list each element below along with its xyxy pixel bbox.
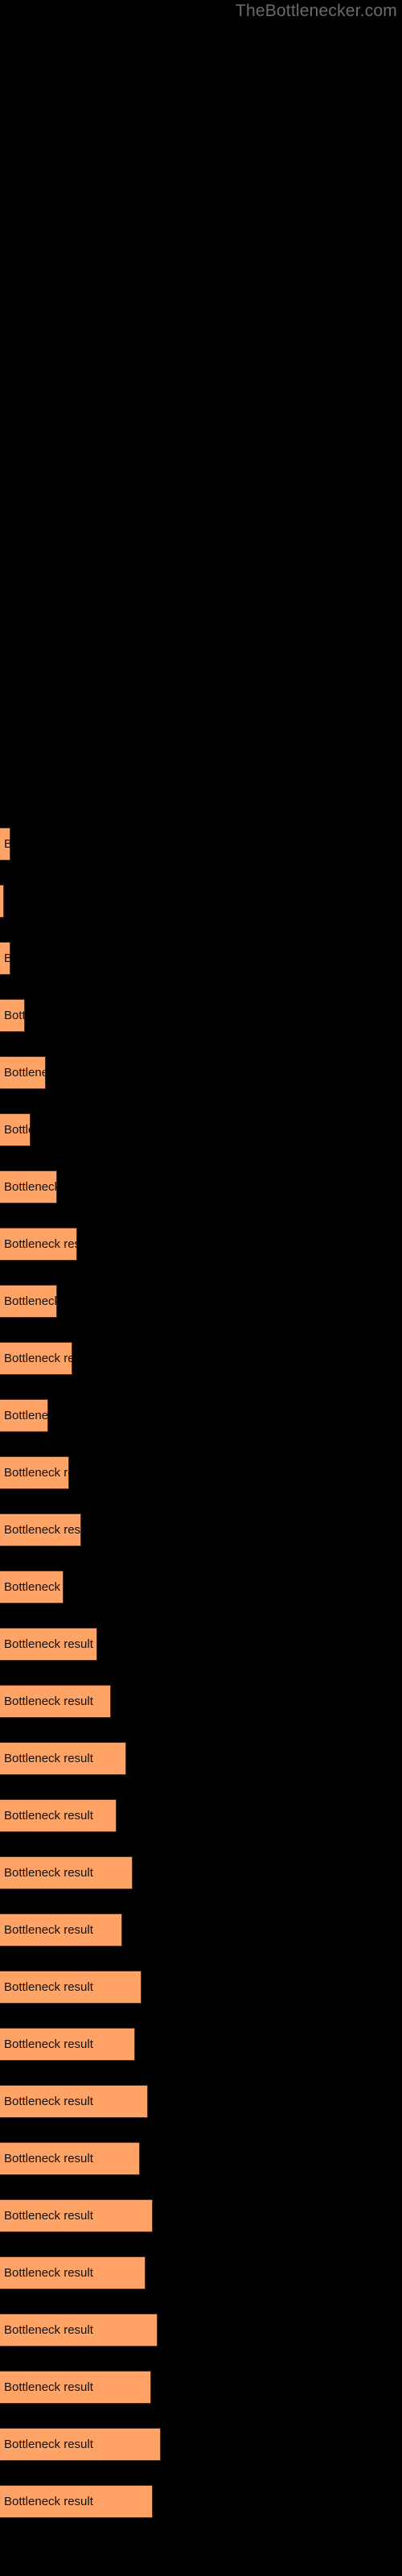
bar-label-clip: Bottleneck result	[0, 942, 10, 975]
bar-label: Bottleneck result	[4, 2438, 93, 2451]
bar-label-clip: Bottleneck result	[0, 999, 25, 1032]
bar-label-clip: Bottleneck result	[0, 1913, 122, 1946]
bar-label: Bottleneck result	[4, 1580, 64, 1594]
bar-label: Bottleneck result	[4, 2037, 93, 2051]
bar-label-clip: Bottleneck result	[0, 1971, 142, 2004]
bar-label-clip: Bottleneck result	[0, 1399, 48, 1432]
bar-label-clip: Bottleneck result	[0, 2085, 148, 2118]
bar-label-clip: Bottleneck result	[0, 1285, 57, 1318]
bar-label: Bottleneck result	[4, 1923, 93, 1937]
bar-label: Bottleneck result	[4, 1123, 31, 1137]
bar-label: Bottleneck result	[4, 952, 10, 965]
bar-label: Bottleneck result	[4, 1294, 57, 1308]
bar-label-clip: Bottleneck result	[0, 1170, 57, 1203]
bar-label-clip: Bottleneck result	[0, 1742, 126, 1775]
bar-label-clip: Bottleneck result	[0, 2199, 153, 2232]
bar-label-clip: Bottleneck result	[0, 2371, 151, 2404]
bar-label-clip: Bottleneck result	[0, 1056, 46, 1089]
bar-label: Bottleneck result	[4, 2209, 93, 2223]
bar-label: Bottleneck result	[4, 1180, 57, 1194]
bar-label: Bottleneck result	[4, 2495, 93, 2508]
bar-label-clip: Bottleneck result	[0, 1513, 81, 1546]
bar-label: Bottleneck result	[4, 2323, 93, 2337]
bar-label-clip: Bottleneck result	[0, 1342, 72, 1375]
bar-label-clip: Bottleneck result	[0, 1228, 77, 1261]
bar-label: Bottleneck result	[4, 2380, 93, 2394]
bar-label: Bottleneck result	[4, 2152, 93, 2165]
bar-label-clip: Bottleneck result	[0, 1456, 69, 1489]
bar-label: Bottleneck result	[4, 1009, 25, 1022]
bar-label: Bottleneck result	[4, 1352, 72, 1365]
bar-label-clip: Bottleneck result	[0, 1628, 97, 1661]
bar-label-clip: Bottleneck result	[0, 1799, 117, 1832]
bar-label: Bottleneck result	[4, 1980, 93, 1994]
bar-label: Bottleneck result	[4, 1237, 77, 1251]
bar-label: Bottleneck result	[4, 2266, 93, 2280]
bar-label: Bottleneck result	[4, 1466, 69, 1480]
bar-label-clip: Bottleneck result	[0, 2142, 140, 2175]
bar-label: Bottleneck result	[4, 1637, 93, 1651]
horizontal-bar-chart: Bottleneck result Bottleneck result Bottle…	[0, 0, 402, 2576]
bar-label: Bottleneck result	[4, 2095, 93, 2108]
bar-label-clip: Bottleneck result	[0, 1571, 64, 1604]
bar-label: Bottleneck result	[4, 1695, 93, 1708]
bar-label-clip: Bottleneck result	[0, 885, 4, 918]
bar-label: Bottleneck result	[4, 1066, 46, 1080]
bar-label: Bottleneck result	[4, 1752, 93, 1765]
bar-label-clip: Bottleneck result	[0, 2485, 153, 2518]
bar-label: Bottleneck result	[4, 1523, 81, 1537]
bar-label: Bottleneck result	[4, 1809, 93, 1823]
bar-label-clip: Bottleneck result	[0, 1856, 133, 1889]
bar-label: Bottleneck result	[4, 1409, 48, 1422]
bar-label-clip: Bottleneck result	[0, 828, 10, 861]
bar-label-clip: Bottleneck result	[0, 1685, 111, 1718]
bar-label: Bottleneck result	[4, 837, 10, 851]
bar-label: Bottleneck result	[4, 1866, 93, 1880]
bar-label-clip: Bottleneck result	[0, 2256, 146, 2289]
bar-label-clip: Bottleneck result	[0, 2314, 158, 2347]
bar-label-clip: Bottleneck result	[0, 2428, 161, 2461]
bar-label-clip: Bottleneck result	[0, 2028, 135, 2061]
bar-label-clip: Bottleneck result	[0, 1113, 31, 1146]
